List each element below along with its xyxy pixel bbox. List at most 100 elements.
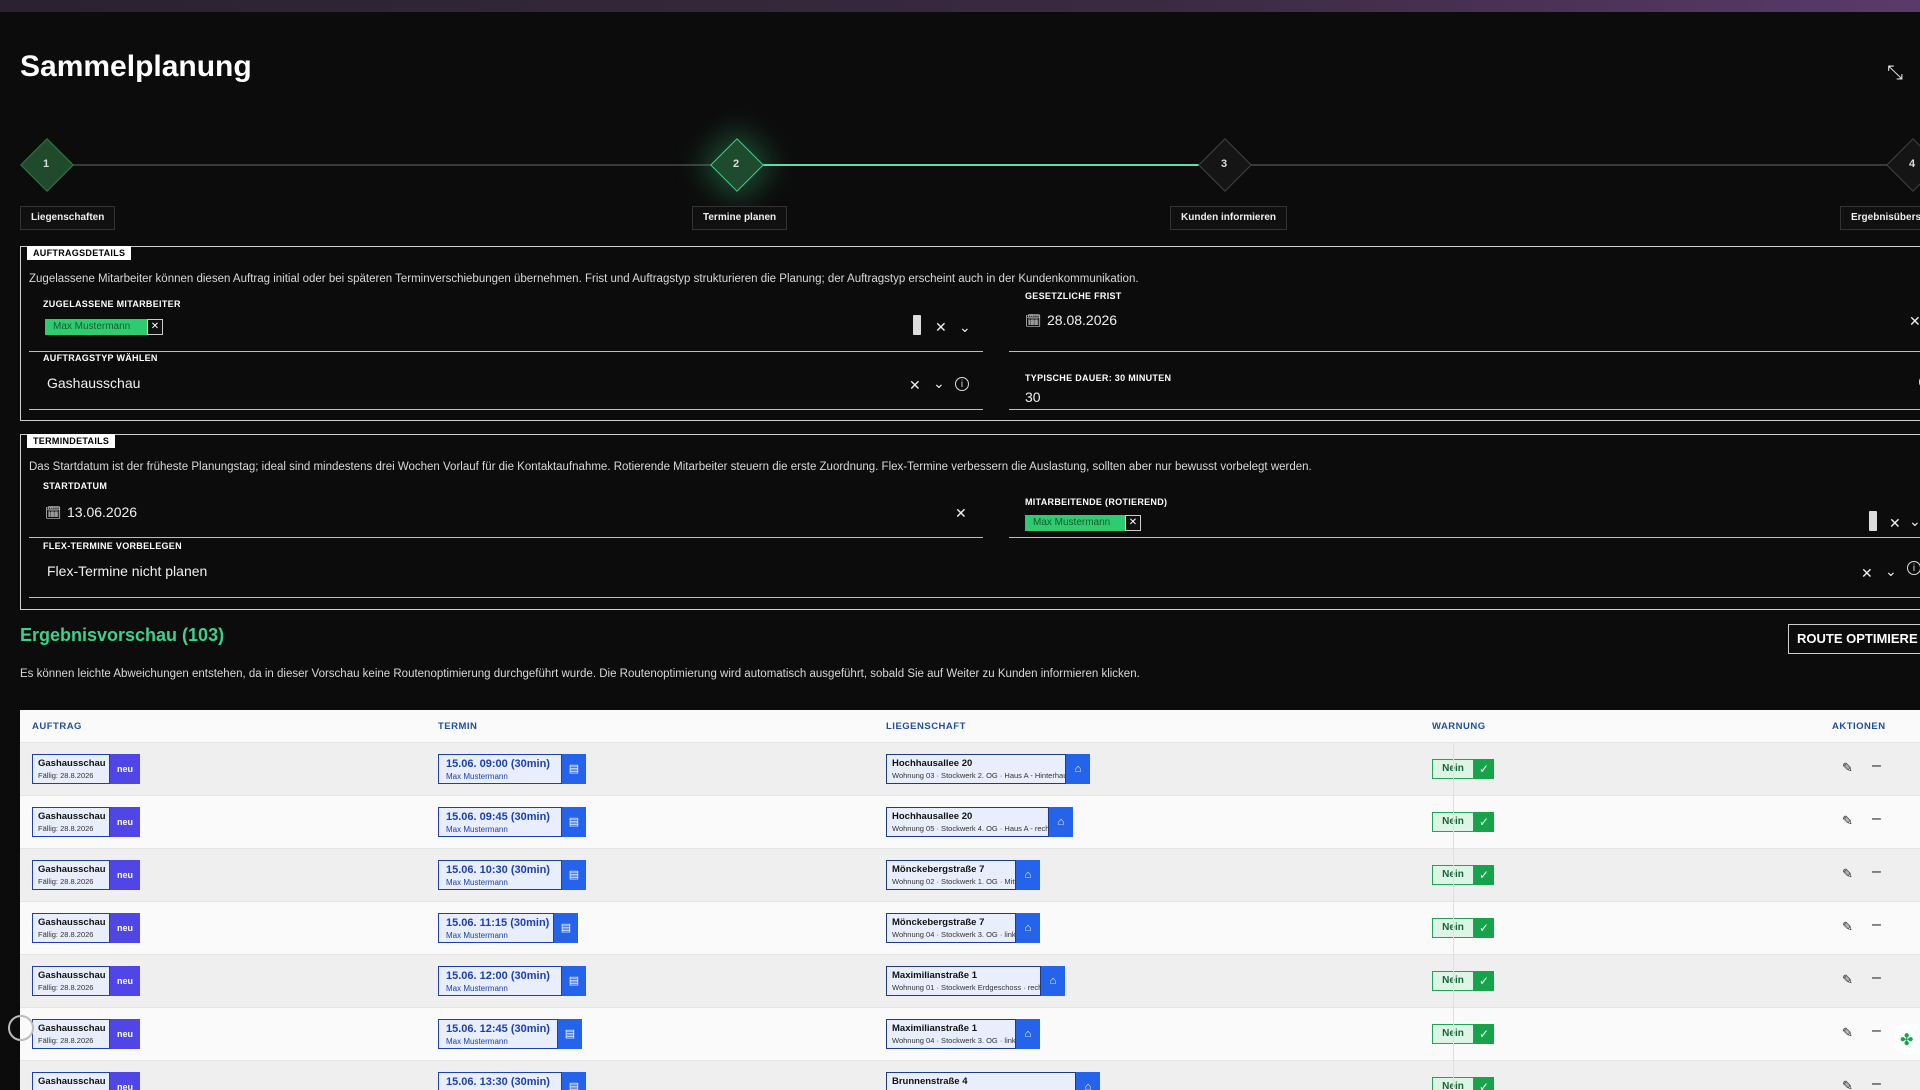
- property-button[interactable]: ⌂: [1041, 966, 1065, 996]
- scroll-handle[interactable]: [913, 315, 921, 335]
- home-icon: ⌂: [1074, 763, 1082, 775]
- termin-cell[interactable]: 15.06. 11:15 (30min) Max Mustermann: [438, 913, 554, 943]
- liegenschaft-cell[interactable]: Maximilianstraße 1 Wohnung 01 · Stockwerk…: [886, 966, 1048, 996]
- calendar-edit-button[interactable]: ▤: [562, 1072, 586, 1090]
- chevron-down-icon[interactable]: ⌄: [1885, 563, 1897, 579]
- step-4-label[interactable]: Ergebnisübersic: [1840, 206, 1920, 230]
- property-button[interactable]: ⌂: [1066, 754, 1090, 784]
- clear-icon[interactable]: ✕: [935, 319, 947, 335]
- property-button[interactable]: ⌂: [1016, 1019, 1040, 1049]
- liegenschaft-cell[interactable]: Maximilianstraße 1 Wohnung 04 · Stockwerk…: [886, 1019, 1019, 1049]
- termin-cell[interactable]: 15.06. 09:00 (30min) Max Mustermann: [438, 754, 562, 784]
- startdatum-field[interactable]: STARTDATUM 🗓 13.06.2026 ✕: [29, 481, 983, 538]
- auftragstyp-field[interactable]: AUFTRAGSTYP WÄHLEN Gashausschau ✕ ⌄ i: [29, 353, 983, 410]
- calendar-edit-button[interactable]: ▤: [554, 913, 578, 943]
- termin-cell[interactable]: 15.06. 12:45 (30min) Max Mustermann: [438, 1019, 558, 1049]
- check-icon: ✓: [1474, 918, 1494, 938]
- remove-icon[interactable]: –: [1872, 757, 1881, 775]
- termin-time: 15.06. 10:30 (30min): [446, 864, 550, 876]
- chevron-down-icon[interactable]: ⌄: [933, 375, 945, 391]
- check-icon: ✓: [1474, 759, 1494, 779]
- liegenschaft-cell[interactable]: Mönckebergstraße 7 Wohnung 04 · Stockwerk…: [886, 913, 1019, 943]
- termin-cell[interactable]: 15.06. 12:00 (30min) Max Mustermann: [438, 966, 562, 996]
- mitarbeiter-field[interactable]: ZUGELASSENE MITARBEITER Max Mustermann ✕…: [29, 299, 983, 352]
- help-widget[interactable]: ✤: [1894, 1024, 1920, 1054]
- liegenschaft-cell[interactable]: Mönckebergstraße 7 Wohnung 02 · Stockwerk…: [886, 860, 1021, 890]
- liegenschaft-cell[interactable]: Hochhausallee 20 Wohnung 03 · Stockwerk 2…: [886, 754, 1071, 784]
- auftrag-cell[interactable]: Gashausschau Fällig: 28.8.2026: [32, 966, 110, 996]
- termin-cell[interactable]: 15.06. 13:30 (30min): [438, 1072, 562, 1090]
- remove-icon[interactable]: –: [1872, 1022, 1881, 1040]
- mitarbeitende-field[interactable]: MITARBEITENDE (ROTIEREND) Max Mustermann…: [1009, 487, 1920, 538]
- clear-icon[interactable]: ✕: [955, 505, 967, 521]
- clear-icon[interactable]: ✕: [1909, 313, 1920, 329]
- column-header-auftrag[interactable]: AUFTRAG: [32, 721, 82, 732]
- frist-field[interactable]: GESETZLICHE FRIST 🗓 28.08.2026 ✕: [1009, 291, 1920, 352]
- info-icon[interactable]: i: [1907, 561, 1920, 575]
- column-header-termin[interactable]: TERMIN: [438, 721, 477, 732]
- remove-icon[interactable]: –: [1872, 863, 1881, 881]
- frist-value: 28.08.2026: [1047, 312, 1118, 328]
- auftrag-cell[interactable]: Gashausschau Fällig: 28.8.2026: [32, 807, 110, 837]
- table-row[interactable]: Gashausschau Fällig: 28.8.2026 neu 15.06. 1…: [20, 902, 1920, 955]
- chevron-down-icon[interactable]: ⌄: [1909, 513, 1920, 529]
- faellig-date: Fällig: 28.8.2026: [38, 930, 94, 939]
- edit-icon[interactable]: ✎: [1842, 813, 1853, 829]
- step-1-label[interactable]: Liegenschaften: [20, 206, 116, 230]
- table-row[interactable]: Gashausschau Fällig: 28.8.2026 neu 15.06. 1…: [20, 955, 1920, 1008]
- status-badge: neu: [110, 966, 140, 996]
- table-row[interactable]: Gashausschau Fällig: 28.8.2026 neu 15.06. 0…: [20, 743, 1920, 796]
- clear-icon[interactable]: ✕: [1861, 565, 1873, 581]
- route-optimize-button[interactable]: ROUTE OPTIMIERE: [1788, 624, 1920, 654]
- table-row[interactable]: Gashausschau Fällig: 28.8.2026 neu 15.06. 1…: [20, 1008, 1920, 1061]
- property-button[interactable]: ⌂: [1076, 1072, 1100, 1090]
- liegenschaft-cell[interactable]: Brunnenstraße 4: [886, 1072, 1076, 1090]
- property-button[interactable]: ⌂: [1016, 860, 1040, 890]
- termin-cell[interactable]: 15.06. 10:30 (30min) Max Mustermann: [438, 860, 562, 890]
- property-button[interactable]: ⌂: [1049, 807, 1073, 837]
- edit-icon[interactable]: ✎: [1842, 1025, 1853, 1041]
- calendar-edit-button[interactable]: ▤: [558, 1019, 582, 1049]
- auftrag-cell[interactable]: Gashausschau Fällig: 28.8.2026: [32, 913, 110, 943]
- section-tag: AUFTRAGSDETAILS: [27, 246, 132, 260]
- table-row[interactable]: Gashausschau Fällig: 28.8.2026 neu 15.06. 1…: [20, 849, 1920, 902]
- table-row[interactable]: Gashausschau neu 15.06. 13:30 (30min) ▤ Brun…: [20, 1061, 1920, 1090]
- calendar-edit-button[interactable]: ▤: [562, 807, 586, 837]
- auftrag-cell[interactable]: Gashausschau Fällig: 28.8.2026: [32, 1019, 110, 1049]
- clear-icon[interactable]: ✕: [909, 377, 921, 393]
- step-2-label[interactable]: Termine planen: [692, 206, 788, 230]
- dauer-field[interactable]: TYPISCHE DAUER: 30 MINUTEN 30 i: [1009, 365, 1920, 410]
- scroll-handle[interactable]: [1869, 511, 1877, 531]
- chevron-down-icon[interactable]: ⌄: [959, 319, 971, 335]
- flex-field[interactable]: FLEX-TERMINE VORBELEGEN Flex-Termine nic…: [29, 541, 1920, 598]
- edit-icon[interactable]: ✎: [1842, 919, 1853, 935]
- fingerprint-icon[interactable]: [8, 1015, 34, 1041]
- info-icon[interactable]: i: [955, 377, 969, 391]
- auftrag-name: Gashausschau: [38, 1076, 106, 1087]
- edit-icon[interactable]: ✎: [1842, 760, 1853, 776]
- chip-remove-icon[interactable]: ✕: [147, 319, 163, 335]
- auftrag-cell[interactable]: Gashausschau: [32, 1072, 110, 1090]
- chip-remove-icon[interactable]: ✕: [1125, 515, 1141, 531]
- table-row[interactable]: Gashausschau Fällig: 28.8.2026 neu 15.06. 0…: [20, 796, 1920, 849]
- remove-icon[interactable]: –: [1872, 969, 1881, 987]
- column-header-warnung[interactable]: WARNUNG: [1432, 721, 1486, 732]
- liegenschaft-cell[interactable]: Hochhausallee 20 Wohnung 05 · Stockwerk 4…: [886, 807, 1055, 837]
- edit-icon[interactable]: ✎: [1842, 972, 1853, 988]
- calendar-edit-button[interactable]: ▤: [562, 966, 586, 996]
- auftrag-cell[interactable]: Gashausschau Fällig: 28.8.2026: [32, 860, 110, 890]
- collapse-icon[interactable]: ⤡: [1884, 62, 1906, 84]
- calendar-edit-button[interactable]: ▤: [562, 860, 586, 890]
- column-header-liegenschaft[interactable]: LIEGENSCHAFT: [886, 721, 966, 732]
- edit-icon[interactable]: ✎: [1842, 866, 1853, 882]
- property-button[interactable]: ⌂: [1016, 913, 1040, 943]
- auftrag-cell[interactable]: Gashausschau Fällig: 28.8.2026: [32, 754, 110, 784]
- termin-cell[interactable]: 15.06. 09:45 (30min) Max Mustermann: [438, 807, 562, 837]
- remove-icon[interactable]: –: [1872, 810, 1881, 828]
- check-icon: ✓: [1474, 971, 1494, 991]
- remove-icon[interactable]: –: [1872, 916, 1881, 934]
- calendar-edit-button[interactable]: ▤: [562, 754, 586, 784]
- clear-icon[interactable]: ✕: [1889, 515, 1901, 531]
- step-3-label[interactable]: Kunden informieren: [1170, 206, 1288, 230]
- remove-icon[interactable]: –: [1872, 1075, 1881, 1090]
